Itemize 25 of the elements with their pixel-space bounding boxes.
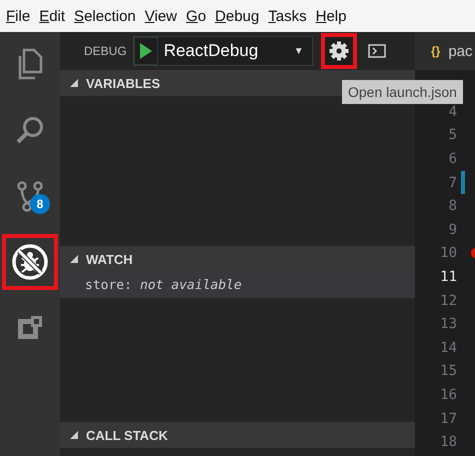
- line-number: 8: [448, 198, 457, 214]
- line-number: 15: [439, 363, 457, 380]
- section-title: WATCH: [86, 252, 133, 266]
- line-number: 18: [439, 434, 457, 450]
- count-badge: 8: [30, 194, 50, 214]
- tooltip: Open launch.json: [342, 80, 463, 104]
- line-number: 14: [439, 340, 457, 356]
- line-number: 17: [439, 410, 457, 427]
- line-number: 6: [448, 150, 457, 167]
- line-number: 4: [448, 104, 457, 120]
- line-number: 10: [439, 245, 457, 262]
- line-number: 9: [448, 222, 457, 238]
- debug-label: DEBUG: [84, 44, 127, 58]
- line-number: 13: [439, 316, 457, 332]
- line-number: 5: [448, 127, 457, 144]
- line-number: 11: [439, 268, 457, 285]
- tab-label: pac: [448, 42, 473, 60]
- expression-value: not available: [140, 278, 242, 292]
- json-icon: {}: [431, 44, 440, 58]
- section-title: VARIABLES: [86, 76, 160, 90]
- section-title: CALL STACK: [86, 428, 168, 442]
- expression-name: store:: [85, 278, 132, 292]
- line-number: 16: [439, 386, 457, 403]
- line-number: 7: [448, 174, 457, 191]
- line-number: 12: [439, 292, 457, 309]
